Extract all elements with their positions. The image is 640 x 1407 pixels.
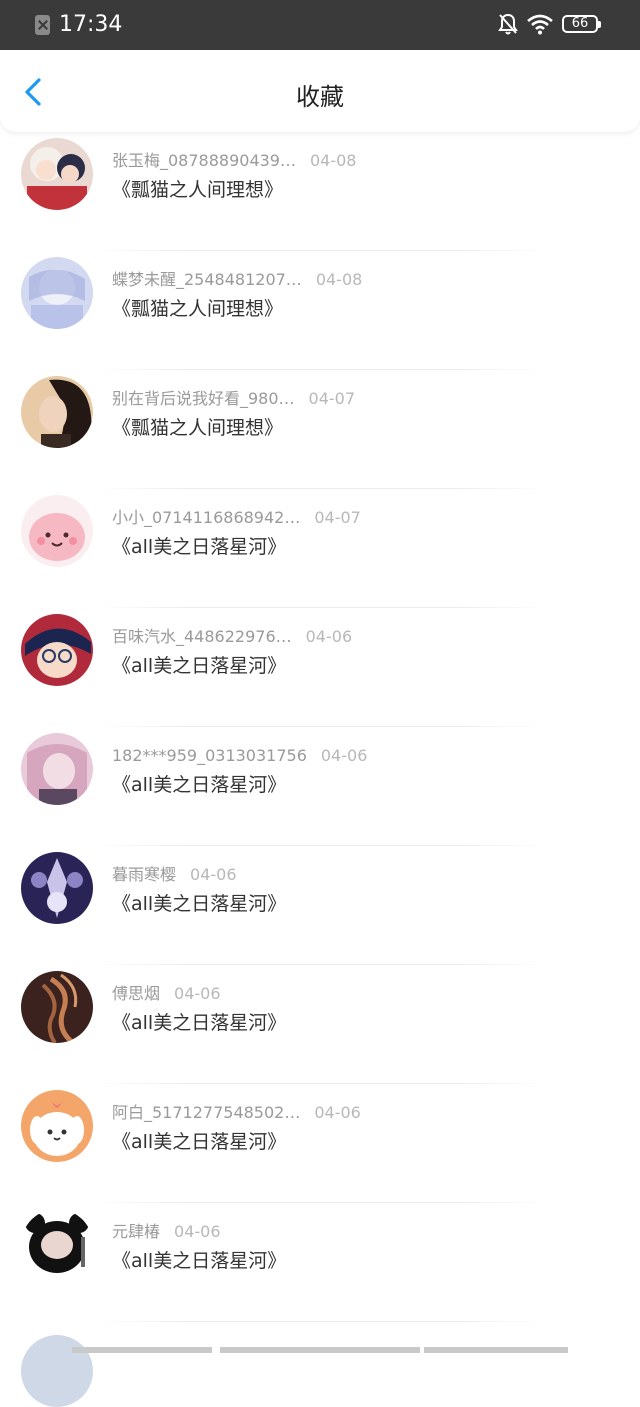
list-item[interactable]: 傅思烟 04-06 《all美之日落星河》	[0, 965, 640, 1084]
item-meta: 暮雨寒樱 04-06	[112, 864, 237, 886]
book-title[interactable]: 《瓢猫之人间理想》	[112, 415, 283, 441]
item-meta: 傅思烟 04-06	[112, 983, 221, 1005]
avatar[interactable]	[21, 376, 93, 448]
item-meta: 别在背后说我好看_980… 04-07	[112, 388, 355, 410]
book-title[interactable]: 《all美之日落星河》	[112, 1129, 286, 1155]
status-time: 17:34	[59, 12, 123, 37]
avatar	[21, 1335, 93, 1407]
avatar[interactable]	[21, 495, 93, 567]
book-title[interactable]: 《all美之日落星河》	[112, 653, 286, 679]
item-meta: 元肆椿 04-06	[112, 1221, 221, 1243]
item-meta: 182***959_0313031756 04-06	[112, 745, 367, 767]
book-title[interactable]: 《all美之日落星河》	[112, 891, 286, 917]
date-label: 04-06	[174, 1222, 221, 1241]
book-title[interactable]: 《all美之日落星河》	[112, 534, 286, 560]
partial-row-bar	[72, 1347, 212, 1353]
username: 傅思烟	[112, 984, 161, 1003]
date-label: 04-06	[174, 984, 221, 1003]
list-item[interactable]: 别在背后说我好看_980… 04-07 《瓢猫之人间理想》	[0, 370, 640, 489]
avatar[interactable]	[21, 971, 93, 1043]
avatar[interactable]	[21, 257, 93, 329]
partial-row-bar	[220, 1347, 420, 1353]
book-title[interactable]: 《瓢猫之人间理想》	[112, 177, 283, 203]
username: 张玉梅_08788890439…	[112, 151, 296, 170]
item-meta: 阿白_5171277548502… 04-06	[112, 1102, 361, 1124]
book-title[interactable]: 《all美之日落星河》	[112, 1248, 286, 1274]
page-title: 收藏	[296, 83, 344, 111]
header-bar: 收藏	[0, 50, 640, 132]
username: 蝶梦未醒_2548481207…	[112, 270, 302, 289]
username: 小小_0714116868942…	[112, 508, 301, 527]
list-item[interactable]: 元肆椿 04-06 《all美之日落星河》	[0, 1203, 640, 1322]
date-label: 04-08	[309, 151, 357, 170]
list-item[interactable]: 蝶梦未醒_2548481207… 04-08 《瓢猫之人间理想》	[0, 251, 640, 370]
notification-icon	[35, 15, 50, 35]
divider	[95, 1321, 547, 1322]
list-item[interactable]: 阿白_5171277548502… 04-06 《all美之日落星河》	[0, 1084, 640, 1203]
username: 别在背后说我好看_980…	[112, 389, 295, 408]
username: 阿白_5171277548502…	[112, 1103, 301, 1122]
item-meta: 蝶梦未醒_2548481207… 04-08	[112, 269, 362, 291]
book-title[interactable]: 《all美之日落星河》	[112, 1010, 286, 1036]
avatar[interactable]	[21, 138, 93, 210]
username: 182***959_0313031756	[112, 746, 307, 765]
date-label: 04-06	[314, 1103, 361, 1122]
date-label: 04-06	[305, 627, 353, 646]
item-meta: 百味汽水_448622976… 04-06	[112, 626, 352, 648]
wifi-icon	[527, 14, 553, 35]
list-item[interactable]: 暮雨寒樱 04-06 《all美之日落星河》	[0, 846, 640, 965]
avatar[interactable]	[21, 1209, 93, 1281]
book-title[interactable]: 《瓢猫之人间理想》	[112, 296, 283, 322]
status-bar: 17:34 66	[0, 0, 640, 50]
avatar[interactable]	[21, 1090, 93, 1162]
partial-list-item	[0, 1335, 640, 1407]
item-meta: 张玉梅_08788890439… 04-08	[112, 150, 356, 172]
avatar[interactable]	[21, 852, 93, 924]
date-label: 04-06	[190, 865, 237, 884]
date-label: 04-07	[314, 508, 361, 527]
item-meta: 小小_0714116868942… 04-07	[112, 507, 361, 529]
book-title[interactable]: 《all美之日落星河》	[112, 772, 286, 798]
list-item[interactable]: 百味汽水_448622976… 04-06 《all美之日落星河》	[0, 608, 640, 727]
list-item[interactable]: 张玉梅_08788890439… 04-08 《瓢猫之人间理想》	[0, 132, 640, 251]
bell-muted-icon	[498, 13, 518, 35]
date-label: 04-08	[315, 270, 363, 289]
username: 元肆椿	[112, 1222, 161, 1241]
battery-icon: 66	[562, 15, 601, 33]
list-item[interactable]: 182***959_0313031756 04-06 《all美之日落星河》	[0, 727, 640, 846]
date-label: 04-06	[320, 746, 368, 765]
username: 暮雨寒樱	[112, 865, 177, 884]
date-label: 04-07	[308, 389, 356, 408]
avatar[interactable]	[21, 733, 93, 805]
username: 百味汽水_448622976…	[112, 627, 292, 646]
partial-row-bar	[424, 1347, 568, 1353]
avatar[interactable]	[21, 614, 93, 686]
list-item[interactable]: 小小_0714116868942… 04-07 《all美之日落星河》	[0, 489, 640, 608]
